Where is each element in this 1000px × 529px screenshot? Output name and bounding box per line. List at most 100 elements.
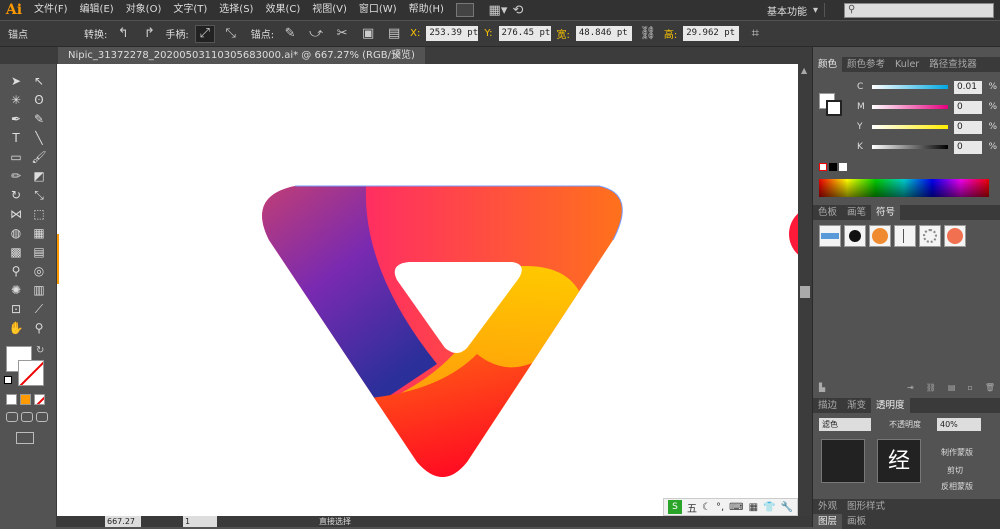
remove-anchor-icon[interactable]: ✎	[280, 25, 300, 43]
tab-brushes[interactable]: 画笔	[842, 205, 871, 220]
graph-tool[interactable]: ▥	[29, 281, 49, 299]
width-field[interactable]: 48.846 pt	[575, 26, 632, 41]
black-slider[interactable]	[872, 145, 948, 149]
direct-selection-tool[interactable]: ↖	[29, 72, 49, 90]
search-input[interactable]: ⚲	[844, 2, 994, 18]
black-swatch[interactable]	[829, 163, 837, 171]
scroll-thumb[interactable]	[800, 286, 810, 298]
window-minimize-icon[interactable]	[824, 3, 838, 17]
menu-effect[interactable]: 效果(C)	[259, 0, 306, 20]
symbol-bracket[interactable]	[894, 225, 916, 247]
opacity-field[interactable]: 40%	[937, 418, 981, 431]
show-handles-icon[interactable]: ⤢	[194, 24, 215, 43]
type-tool[interactable]: T	[6, 129, 26, 147]
eyedropper-tool[interactable]: ⚲	[6, 262, 26, 280]
symbol-orange-circle[interactable]	[869, 225, 891, 247]
tab-swatches[interactable]: 色板	[813, 205, 842, 220]
height-field[interactable]: 29.962 pt	[683, 26, 740, 41]
symbol-wreath[interactable]	[919, 225, 941, 247]
blend-mode-select[interactable]: 滤色	[819, 418, 871, 431]
menu-type[interactable]: 文字(T)	[167, 0, 213, 20]
draw-normal-icon[interactable]	[6, 412, 18, 422]
magenta-value[interactable]: 0	[953, 100, 983, 114]
draw-inside-icon[interactable]	[36, 412, 48, 422]
menu-help[interactable]: 帮助(H)	[403, 0, 450, 20]
isolate-icon[interactable]: ▣	[358, 25, 378, 43]
invert-mask-label[interactable]: 反相蒙版	[941, 481, 973, 492]
cut-path-icon[interactable]: ✂	[332, 25, 352, 43]
free-transform-tool[interactable]: ⬚	[29, 205, 49, 223]
workspace-switcher[interactable]: 基本功能	[767, 3, 807, 18]
document-tab[interactable]: Nipic_31372278_20200503110305683000.ai* …	[58, 47, 425, 64]
paintbrush-tool[interactable]: 🖌	[29, 148, 49, 166]
artboard-tool[interactable]: ⊡	[6, 300, 26, 318]
blend-tool[interactable]: ◎	[29, 262, 49, 280]
align-icon[interactable]: ▤	[384, 25, 404, 43]
swap-fill-stroke-icon[interactable]: ↻	[36, 345, 44, 356]
hand-tool[interactable]: ✋	[6, 319, 26, 337]
slice-tool[interactable]: ⟋	[29, 300, 49, 318]
none-swatch[interactable]	[819, 163, 827, 171]
pen-tool[interactable]: ✒	[6, 110, 26, 128]
menu-select[interactable]: 选择(S)	[213, 0, 259, 20]
menu-window[interactable]: 窗口(W)	[353, 0, 403, 20]
perspective-tool[interactable]: ▦	[29, 224, 49, 242]
magenta-slider[interactable]	[872, 105, 948, 109]
panel-stroke-swatch[interactable]	[826, 100, 842, 116]
draw-behind-icon[interactable]	[21, 412, 33, 422]
shape-builder-tool[interactable]: ◍	[6, 224, 26, 242]
tab-color-guide[interactable]: 颜色参考	[842, 57, 890, 72]
punctuation-icon[interactable]: °,	[716, 502, 724, 513]
transform-icon[interactable]: ⌗	[745, 25, 765, 43]
menu-file[interactable]: 文件(F)	[28, 0, 74, 20]
zoom-tool[interactable]: ⚲	[29, 319, 49, 337]
y-field[interactable]: 276.45 pt	[498, 26, 551, 41]
symbol-library-icon[interactable]: ▙	[819, 383, 825, 395]
symbol-blue-bar[interactable]	[819, 225, 841, 247]
place-symbol-icon[interactable]: ⇥	[907, 383, 914, 395]
wrench-icon[interactable]: 🔧	[781, 502, 793, 513]
mesh-tool[interactable]: ▩	[6, 243, 26, 261]
scale-tool[interactable]: ⤡	[29, 186, 49, 204]
curvature-tool[interactable]: ✎	[29, 110, 49, 128]
menu-edit[interactable]: 编辑(E)	[74, 0, 120, 20]
gradient-tool[interactable]: ▤	[29, 243, 49, 261]
lasso-tool[interactable]: ʘ	[29, 91, 49, 109]
page-field[interactable]: 1	[183, 516, 217, 527]
convert-smooth-icon[interactable]: ↱	[139, 25, 159, 43]
yellow-value[interactable]: 0	[953, 120, 983, 134]
tab-appearance[interactable]: 外观	[813, 499, 842, 514]
symbol-options-icon[interactable]: ▤	[948, 383, 956, 395]
delete-symbol-icon[interactable]: 🗑	[985, 383, 995, 395]
bridge-icon[interactable]	[455, 3, 474, 17]
connect-anchor-icon[interactable]: ⤻	[306, 25, 326, 43]
symbol-ink-splash[interactable]	[844, 225, 866, 247]
ime-grid-icon[interactable]: ▦	[749, 502, 758, 513]
vertical-scrollbar[interactable]: ▲	[798, 64, 812, 516]
screen-mode-icon[interactable]	[16, 432, 34, 444]
object-thumbnail[interactable]	[821, 439, 865, 483]
default-colors-icon[interactable]	[4, 376, 12, 384]
rectangle-tool[interactable]: ▭	[6, 148, 26, 166]
new-symbol-icon[interactable]: ▫	[967, 383, 972, 395]
stroke-swatch[interactable]	[18, 360, 44, 386]
keyboard-icon[interactable]: ⌨	[729, 502, 743, 513]
eraser-tool[interactable]: ◩	[29, 167, 49, 185]
tab-gradient[interactable]: 渐变	[842, 398, 871, 413]
color-mode-color[interactable]	[6, 394, 17, 405]
menu-view[interactable]: 视图(V)	[306, 0, 353, 20]
mask-thumbnail[interactable]: 经	[877, 439, 921, 483]
yellow-slider[interactable]	[872, 125, 948, 129]
close-icon[interactable]: ×	[392, 47, 401, 64]
tab-symbols[interactable]: 符号	[871, 205, 901, 220]
hide-handles-icon[interactable]: ⤡	[221, 25, 241, 43]
line-tool[interactable]: ╲	[29, 129, 49, 147]
color-mode-gradient[interactable]	[20, 394, 31, 405]
ime-logo-icon[interactable]: S	[668, 500, 682, 514]
cyan-slider[interactable]	[872, 85, 948, 89]
menu-object[interactable]: 对象(O)	[120, 0, 168, 20]
sync-icon[interactable]: ⟲	[508, 1, 528, 19]
tab-color[interactable]: 颜色	[813, 57, 843, 72]
tab-stroke[interactable]: 描边	[813, 398, 842, 413]
tab-graphic-styles[interactable]: 图形样式	[842, 499, 890, 514]
